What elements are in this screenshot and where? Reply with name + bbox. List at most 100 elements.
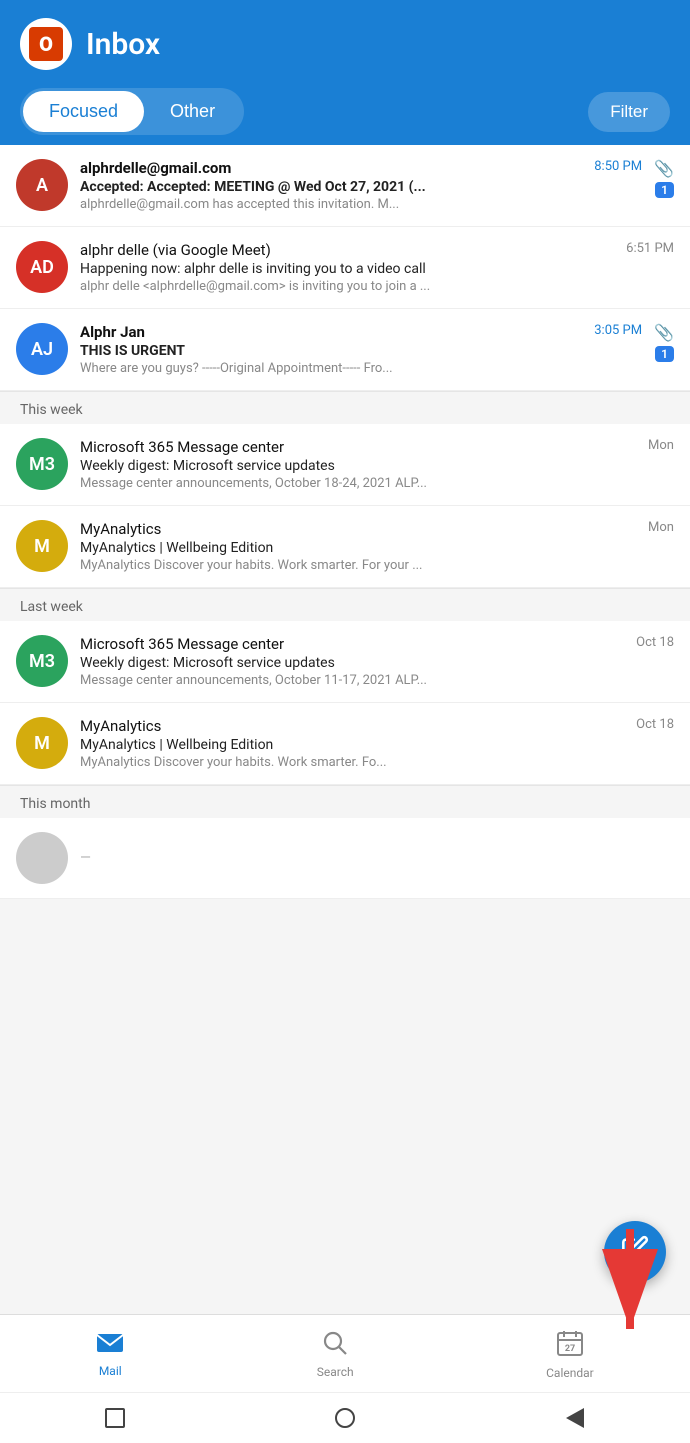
email-meta: 📎 1 [654,159,674,198]
avatar: M3 [16,635,68,687]
section-label-this-week: This week [0,391,690,424]
home-icon [335,1408,355,1428]
email-content: MyAnalytics Oct 18 MyAnalytics | Wellbei… [80,717,674,770]
email-list-wrapper: A alphrdelle@gmail.com 8:50 PM Accepted:… [0,145,690,1314]
email-list: A alphrdelle@gmail.com 8:50 PM Accepted:… [0,145,690,899]
nav-item-search[interactable]: Search [297,1324,374,1385]
office-logo: O [20,18,72,70]
sender-name: alphr delle (via Google Meet) [80,241,271,259]
table-row[interactable]: AD alphr delle (via Google Meet) 6:51 PM… [0,227,690,309]
email-subject: MyAnalytics | Wellbeing Edition [80,540,674,556]
email-top-row: alphr delle (via Google Meet) 6:51 PM [80,241,674,259]
nav-item-mail[interactable]: Mail [76,1325,144,1384]
email-preview: Where are you guys? -----Original Appoin… [80,361,642,376]
tab-focused[interactable]: Focused [23,91,144,132]
sender-name: Microsoft 365 Message center [80,635,284,653]
avatar: M [16,520,68,572]
back-icon [566,1408,584,1428]
email-time: Mon [648,520,674,535]
calendar-icon: 27 [556,1329,584,1364]
table-row[interactable]: M MyAnalytics Mon MyAnalytics | Wellbein… [0,506,690,588]
email-content: MyAnalytics Mon MyAnalytics | Wellbeing … [80,520,674,573]
avatar-placeholder [16,832,68,884]
tab-group: Focused Other [20,88,244,135]
email-time: Mon [648,438,674,453]
avatar: M [16,717,68,769]
email-subject: Weekly digest: Microsoft service updates [80,458,674,474]
system-home-button[interactable] [332,1405,358,1431]
email-preview: Message center announcements, October 18… [80,476,674,491]
email-top-row: alphrdelle@gmail.com 8:50 PM [80,159,642,177]
email-preview: alphrdelle@gmail.com has accepted this i… [80,197,642,212]
svg-text:27: 27 [565,1344,575,1354]
nav-search-label: Search [317,1365,354,1379]
recents-icon [105,1408,125,1428]
header: O Inbox Focused Other Filter [0,0,690,145]
office-logo-icon: O [29,27,63,61]
filter-button[interactable]: Filter [588,92,670,132]
email-subject: Weekly digest: Microsoft service updates [80,655,674,671]
avatar: M3 [16,438,68,490]
email-time: 6:51 PM [626,241,674,256]
sender-name: Microsoft 365 Message center [80,438,284,456]
attachment-icon: 📎 [654,159,674,178]
email-preview: MyAnalytics Discover your habits. Work s… [80,755,674,770]
partial-email-text: — [80,850,91,866]
sender-name: MyAnalytics [80,520,161,538]
email-subject: Happening now: alphr delle is inviting y… [80,261,674,277]
system-back-button[interactable] [562,1405,588,1431]
email-time: Oct 18 [636,635,674,650]
page-title: Inbox [86,27,160,62]
email-content: Microsoft 365 Message center Oct 18 Week… [80,635,674,688]
avatar: A [16,159,68,211]
avatar: AJ [16,323,68,375]
count-badge: 1 [655,182,674,198]
table-row[interactable]: — [0,818,690,899]
compose-button[interactable] [604,1221,666,1283]
email-top-row: Alphr Jan 3:05 PM [80,323,642,341]
compose-icon [621,1235,649,1269]
search-icon [322,1330,348,1363]
email-top-row: MyAnalytics Oct 18 [80,717,674,735]
bottom-nav: Mail Search 27 Calendar [0,1314,690,1392]
email-subject: Accepted: Accepted: MEETING @ Wed Oct 27… [80,179,642,195]
email-time: 8:50 PM [594,159,642,174]
email-preview: MyAnalytics Discover your habits. Work s… [80,558,674,573]
section-label-last-week: Last week [0,588,690,621]
email-content: alphrdelle@gmail.com 8:50 PM Accepted: A… [80,159,642,212]
sender-name: MyAnalytics [80,717,161,735]
sender-name: alphrdelle@gmail.com [80,159,231,177]
nav-calendar-label: Calendar [546,1366,594,1380]
section-label-this-month: This month [0,785,690,818]
count-badge: 1 [655,346,674,362]
tab-other[interactable]: Other [144,91,241,132]
nav-item-calendar[interactable]: 27 Calendar [526,1323,614,1386]
header-top: O Inbox [20,18,670,70]
table-row[interactable]: A alphrdelle@gmail.com 8:50 PM Accepted:… [0,145,690,227]
email-content: Alphr Jan 3:05 PM THIS IS URGENT Where a… [80,323,642,376]
email-subject: MyAnalytics | Wellbeing Edition [80,737,674,753]
system-recents-button[interactable] [102,1405,128,1431]
email-subject: THIS IS URGENT [80,343,642,359]
email-preview: Message center announcements, October 11… [80,673,674,688]
attachment-icon: 📎 [654,323,674,342]
email-top-row: Microsoft 365 Message center Oct 18 [80,635,674,653]
system-nav-bar [0,1392,690,1443]
sender-name: Alphr Jan [80,323,145,341]
email-meta: 📎 1 [654,323,674,362]
tab-row: Focused Other Filter [20,88,670,145]
table-row[interactable]: M MyAnalytics Oct 18 MyAnalytics | Wellb… [0,703,690,785]
email-time: Oct 18 [636,717,674,732]
table-row[interactable]: M3 Microsoft 365 Message center Mon Week… [0,424,690,506]
email-content: alphr delle (via Google Meet) 6:51 PM Ha… [80,241,674,294]
email-top-row: MyAnalytics Mon [80,520,674,538]
mail-icon [96,1331,124,1362]
email-top-row: Microsoft 365 Message center Mon [80,438,674,456]
email-content: Microsoft 365 Message center Mon Weekly … [80,438,674,491]
table-row[interactable]: M3 Microsoft 365 Message center Oct 18 W… [0,621,690,703]
avatar: AD [16,241,68,293]
nav-mail-label: Mail [99,1364,122,1378]
email-time: 3:05 PM [594,323,642,338]
table-row[interactable]: AJ Alphr Jan 3:05 PM THIS IS URGENT Wher… [0,309,690,391]
email-preview: alphr delle <alphrdelle@gmail.com> is in… [80,279,674,294]
